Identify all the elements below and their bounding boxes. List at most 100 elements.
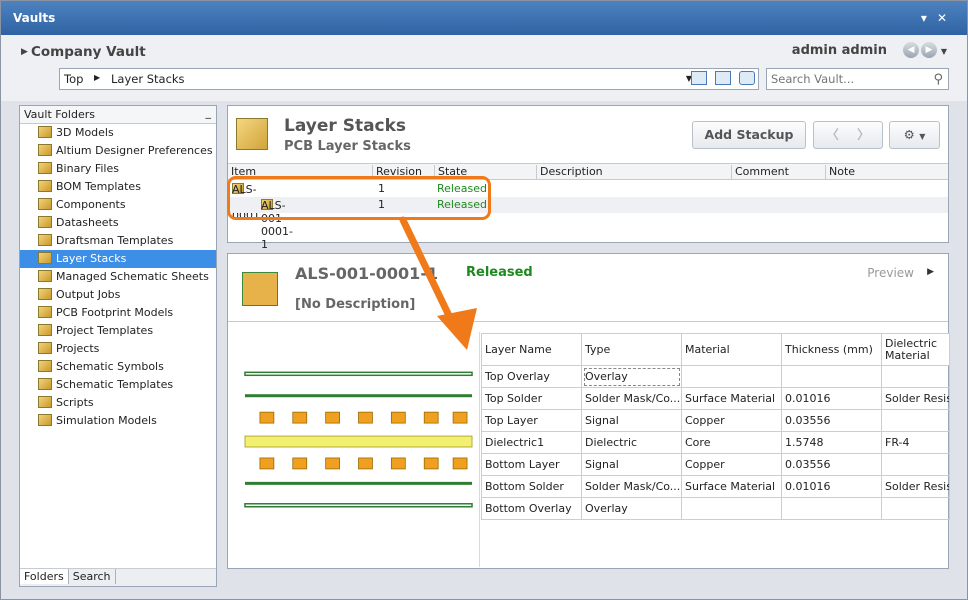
folder-item[interactable]: PCB Footprint Models — [20, 304, 216, 322]
back-icon[interactable]: ◀ — [903, 42, 919, 58]
folder-item[interactable]: Output Jobs — [20, 286, 216, 304]
layer-cell[interactable]: Dielectric1 — [481, 431, 582, 454]
layer-cell[interactable]: Solder Mask/Co... — [581, 475, 682, 498]
layer-cell[interactable]: 0.03556 — [781, 409, 882, 432]
folder-icon — [38, 144, 52, 156]
panel-tabs: Folders Search — [20, 568, 216, 586]
forward-icon[interactable]: ▶ — [921, 42, 937, 58]
layer-cell[interactable] — [681, 365, 782, 388]
layer-cell[interactable]: Solder Mask/Co... — [581, 387, 682, 410]
col-thickness[interactable]: Thickness (mm) — [781, 333, 882, 366]
settings-button[interactable]: ⚙ ▼ — [889, 121, 940, 149]
dropdown-icon[interactable]: ▾ — [921, 11, 937, 25]
breadcrumb-current[interactable]: Layer Stacks — [111, 72, 185, 86]
layer-row[interactable]: Dielectric1 Dielectric Core 1.5748 FR-4 — [481, 431, 950, 454]
layer-row[interactable]: Bottom Overlay Overlay — [481, 497, 950, 520]
search-icon[interactable]: ⚲ — [933, 72, 943, 87]
layout-icon[interactable] — [691, 71, 707, 85]
col-material[interactable]: Material — [681, 333, 782, 366]
folder-item[interactable]: Components — [20, 196, 216, 214]
col-comment[interactable]: Comment — [731, 165, 789, 180]
folder-item[interactable]: Managed Schematic Sheets — [20, 268, 216, 286]
col-note[interactable]: Note — [825, 165, 855, 180]
col-description[interactable]: Description — [536, 165, 603, 180]
layer-cell[interactable]: Overlay — [581, 365, 682, 388]
layer-cell[interactable]: Bottom Layer — [481, 453, 582, 476]
layer-cell[interactable] — [681, 497, 782, 520]
preview-layout-icon[interactable] — [715, 71, 731, 85]
layer-cell[interactable]: 0.01016 — [781, 387, 882, 410]
layer-cell[interactable]: Bottom Solder — [481, 475, 582, 498]
layer-cell[interactable]: Overlay — [581, 497, 682, 520]
layer-row[interactable]: Top Solder Solder Mask/Co... Surface Mater… — [481, 387, 950, 410]
layer-cell[interactable]: Dielectric — [581, 431, 682, 454]
folder-item[interactable]: Simulation Models — [20, 412, 216, 430]
layer-cell[interactable] — [881, 453, 950, 476]
layer-row[interactable]: Top Layer Signal Copper 0.03556 — [481, 409, 950, 432]
folder-icon — [38, 126, 52, 138]
refresh-icon[interactable] — [739, 71, 755, 85]
folder-item[interactable]: Schematic Templates — [20, 376, 216, 394]
minimize-icon[interactable]: _ — [206, 106, 212, 119]
folder-item[interactable]: Schematic Symbols — [20, 358, 216, 376]
layer-cell[interactable]: Top Overlay — [481, 365, 582, 388]
layer-cell[interactable]: Core — [681, 431, 782, 454]
expand-triangle-icon[interactable]: ▶ — [21, 47, 28, 57]
add-stackup-button[interactable]: Add Stackup — [692, 121, 806, 149]
user-menu-icon[interactable]: ▼ — [941, 47, 947, 56]
layer-cell[interactable] — [781, 497, 882, 520]
folder-item[interactable]: Altium Designer Preferences — [20, 142, 216, 160]
folder-icon — [38, 324, 52, 336]
col-type[interactable]: Type — [581, 333, 682, 366]
tab-search[interactable]: Search — [69, 569, 116, 584]
col-layer-name[interactable]: Layer Name — [481, 333, 582, 366]
layer-cell[interactable]: Top Layer — [481, 409, 582, 432]
vault-name[interactable]: Company Vault — [31, 44, 146, 60]
col-dielectric-material[interactable]: Dielectric Material — [881, 333, 950, 366]
layer-cell[interactable] — [781, 365, 882, 388]
breadcrumb[interactable]: Top ▶ Layer Stacks ▼ — [59, 68, 759, 90]
layer-row[interactable]: Bottom Layer Signal Copper 0.03556 — [481, 453, 950, 476]
close-icon[interactable]: ✕ — [937, 11, 957, 25]
preview-link[interactable]: Preview — [867, 266, 914, 280]
folder-item-label: Project Templates — [56, 324, 154, 337]
search-field[interactable]: ⚲ — [766, 68, 949, 90]
layer-cell[interactable] — [881, 365, 950, 388]
folder-item[interactable]: BOM Templates — [20, 178, 216, 196]
layer-cell[interactable]: 0.03556 — [781, 453, 882, 476]
layer-cell[interactable]: Copper — [681, 409, 782, 432]
layer-cell[interactable]: 0.01016 — [781, 475, 882, 498]
layer-cell[interactable]: Surface Material — [681, 475, 782, 498]
folder-item[interactable]: Binary Files — [20, 160, 216, 178]
layer-row[interactable]: Top Overlay Overlay — [481, 365, 950, 388]
folder-item[interactable]: Layer Stacks — [20, 250, 216, 268]
tab-folders[interactable]: Folders — [20, 569, 69, 584]
layer-cell[interactable]: Solder Resist — [881, 387, 950, 410]
folder-item[interactable]: Projects — [20, 340, 216, 358]
layer-cell[interactable]: Signal — [581, 453, 682, 476]
layer-cell[interactable] — [881, 409, 950, 432]
folder-icon — [38, 216, 52, 228]
prev-page-icon[interactable]: 〈 — [826, 127, 839, 142]
folder-item[interactable]: 3D Models — [20, 124, 216, 142]
layer-cell[interactable]: Surface Material — [681, 387, 782, 410]
layer-cell[interactable]: Signal — [581, 409, 682, 432]
folder-item[interactable]: Scripts — [20, 394, 216, 412]
layer-cell[interactable]: 1.5748 — [781, 431, 882, 454]
user-name[interactable]: admin admin — [792, 43, 887, 58]
layer-cell[interactable]: Top Solder — [481, 387, 582, 410]
folder-item[interactable]: Draftsman Templates — [20, 232, 216, 250]
layer-cell[interactable] — [881, 497, 950, 520]
breadcrumb-top[interactable]: Top — [64, 72, 83, 86]
layer-cell[interactable]: Solder Resist — [881, 475, 950, 498]
next-page-icon[interactable]: 〉 — [857, 127, 870, 142]
layer-cell[interactable]: Bottom Overlay — [481, 497, 582, 520]
preview-arrow-icon[interactable]: ▶ — [927, 267, 934, 277]
layer-cell[interactable]: Copper — [681, 453, 782, 476]
layer-cell[interactable]: FR-4 — [881, 431, 950, 454]
folder-subtitle: PCB Layer Stacks — [284, 139, 411, 154]
search-input[interactable] — [771, 72, 921, 86]
folder-item[interactable]: Project Templates — [20, 322, 216, 340]
layer-row[interactable]: Bottom Solder Solder Mask/Co... Surface Ma… — [481, 475, 950, 498]
folder-item[interactable]: Datasheets — [20, 214, 216, 232]
